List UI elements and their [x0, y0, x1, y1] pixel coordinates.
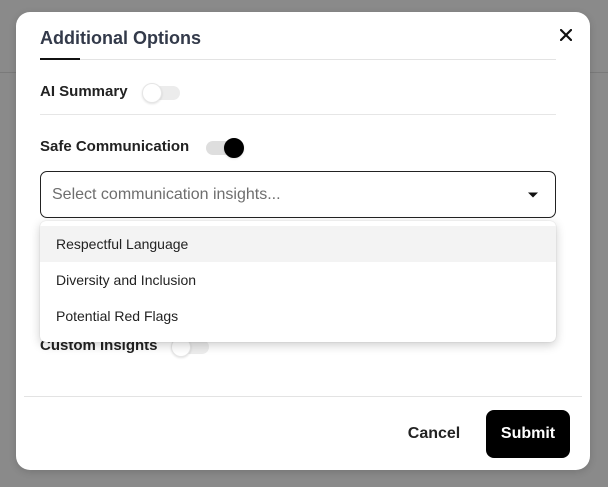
footer-divider	[24, 396, 582, 397]
communication-insights-select[interactable]: Select communication insights...	[40, 171, 556, 218]
menu-item-diversity-and-inclusion[interactable]: Diversity and Inclusion	[40, 262, 556, 298]
select-placeholder: Select communication insights...	[52, 186, 281, 203]
toggle-knob	[224, 138, 244, 158]
cancel-button[interactable]: Cancel	[402, 410, 466, 458]
title-underline	[40, 58, 80, 60]
additional-options-modal: Additional Options AI Summary Safe Commu…	[16, 12, 590, 470]
caret-down-icon	[528, 192, 538, 198]
safe-communication-toggle[interactable]	[204, 138, 244, 158]
safe-communication-label: Safe Communication	[40, 138, 190, 155]
toggle-knob	[142, 83, 162, 103]
modal-title: Additional Options	[40, 28, 201, 48]
insights-dropdown-menu: Respectful Language Diversity and Inclus…	[40, 221, 556, 342]
ai-summary-label: AI Summary	[40, 83, 128, 100]
menu-item-potential-red-flags[interactable]: Potential Red Flags	[40, 298, 556, 334]
submit-button[interactable]: Submit	[486, 410, 570, 458]
close-icon	[560, 29, 572, 41]
ai-summary-toggle[interactable]	[142, 83, 182, 103]
close-button[interactable]	[557, 26, 575, 44]
section-divider	[40, 114, 556, 115]
menu-item-respectful-language[interactable]: Respectful Language	[40, 226, 556, 262]
modal-header: Additional Options	[40, 12, 556, 60]
